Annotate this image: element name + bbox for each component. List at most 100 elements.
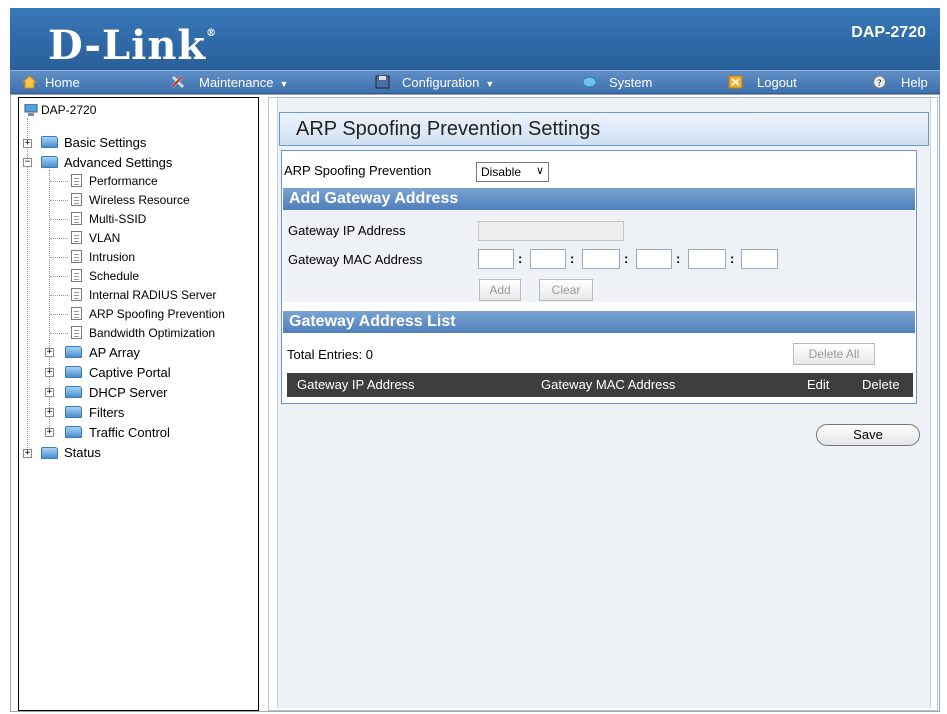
tree-branch-line xyxy=(50,200,68,201)
tree-item-intrusion[interactable]: Intrusion xyxy=(89,248,135,266)
chevron-down-icon: ▼ xyxy=(279,79,289,89)
expand-icon[interactable]: + xyxy=(45,368,54,377)
nav-home[interactable]: Home xyxy=(22,71,80,94)
page-icon xyxy=(71,231,82,244)
gateway-mac-octet-3[interactable] xyxy=(582,249,620,269)
add-button[interactable]: Add xyxy=(479,279,521,301)
tree-advanced-settings[interactable]: Advanced Settings xyxy=(64,154,172,172)
tree-folder-traffic-control[interactable]: Traffic Control xyxy=(89,424,170,442)
folder-icon xyxy=(65,406,82,418)
page-title: ARP Spoofing Prevention Settings xyxy=(296,118,601,140)
clear-button[interactable]: Clear xyxy=(539,279,593,301)
page-icon xyxy=(71,288,82,301)
chevron-down-icon: ∨ xyxy=(535,165,544,177)
gateway-mac-octet-1[interactable] xyxy=(478,249,514,269)
home-icon xyxy=(22,75,37,89)
add-gateway-heading: Add Gateway Address xyxy=(283,188,915,210)
system-icon xyxy=(582,76,597,88)
page-icon xyxy=(71,193,82,206)
col-gateway-mac: Gateway MAC Address xyxy=(541,377,676,392)
expand-icon[interactable]: + xyxy=(45,428,54,437)
settings-box: ARP Spoofing Prevention Disable ∨ Add Ga… xyxy=(281,150,917,404)
tools-icon xyxy=(170,75,185,89)
folder-open-icon xyxy=(41,156,58,168)
folder-icon xyxy=(65,366,82,378)
gateway-table-header: Gateway IP Address Gateway MAC Address E… xyxy=(287,373,913,397)
folder-icon xyxy=(41,447,58,459)
gateway-mac-octet-6[interactable] xyxy=(741,249,778,269)
tree-root[interactable]: DAP-2720 xyxy=(41,101,96,119)
tree-guide-line xyxy=(27,118,28,456)
nav-system[interactable]: System xyxy=(582,71,652,94)
tree-branch-line xyxy=(50,314,68,315)
gateway-mac-label: Gateway MAC Address xyxy=(288,252,423,267)
expand-icon[interactable]: + xyxy=(45,388,54,397)
save-disk-icon xyxy=(375,75,390,89)
nav-maintenance[interactable]: Maintenance ▼ xyxy=(170,71,288,94)
svg-text:?: ? xyxy=(877,79,882,89)
col-gateway-ip: Gateway IP Address xyxy=(297,377,415,392)
delete-all-button[interactable]: Delete All xyxy=(793,343,875,365)
tree-item-multi-ssid[interactable]: Multi-SSID xyxy=(89,210,146,228)
gateway-list-heading: Gateway Address List xyxy=(283,311,915,333)
arp-spoofing-value: Disable xyxy=(481,165,522,179)
tree-item-performance[interactable]: Performance xyxy=(89,172,158,190)
gateway-mac-octet-2[interactable] xyxy=(530,249,566,269)
header-banner: D-Link® DAP-2720 xyxy=(10,8,940,70)
collapse-icon[interactable]: − xyxy=(23,158,32,167)
save-button[interactable]: Save xyxy=(816,424,920,446)
nav-logout[interactable]: Logout xyxy=(728,71,797,94)
mac-separator: : xyxy=(624,251,629,266)
expand-icon[interactable]: + xyxy=(23,139,32,148)
tree-item-internal-radius-server[interactable]: Internal RADIUS Server xyxy=(89,286,216,304)
page-icon xyxy=(71,250,82,263)
gateway-ip-input[interactable] xyxy=(478,221,624,241)
folder-icon xyxy=(65,426,82,438)
tree-item-wireless-resource[interactable]: Wireless Resource xyxy=(89,191,190,209)
chevron-down-icon: ▼ xyxy=(485,79,495,89)
tree-item-vlan[interactable]: VLAN xyxy=(89,229,120,247)
navigation-tree: DAP-2720 + Basic Settings − Advanced Set… xyxy=(18,97,259,711)
tree-status[interactable]: Status xyxy=(64,444,101,462)
arp-spoofing-select[interactable]: Disable ∨ xyxy=(476,162,549,182)
mac-separator: : xyxy=(676,251,681,266)
tree-branch-line xyxy=(50,257,68,258)
gateway-mac-octet-4[interactable] xyxy=(636,249,672,269)
col-edit: Edit xyxy=(807,377,830,392)
page-icon xyxy=(71,307,82,320)
expand-icon[interactable]: + xyxy=(23,449,32,458)
tree-branch-line xyxy=(50,219,68,220)
help-icon: ? xyxy=(873,75,886,89)
top-nav-bar: Home Maintenance ▼ Configuration ▼ System … xyxy=(10,70,940,94)
tree-folder-ap-array[interactable]: AP Array xyxy=(89,344,140,362)
mac-separator: : xyxy=(570,251,575,266)
tree-branch-line xyxy=(50,295,68,296)
folder-icon xyxy=(65,386,82,398)
tree-folder-filters[interactable]: Filters xyxy=(89,404,124,422)
tree-item-arp-spoofing-prevention[interactable]: ARP Spoofing Prevention xyxy=(89,305,225,323)
tree-branch-line xyxy=(50,276,68,277)
expand-icon[interactable]: + xyxy=(45,408,54,417)
gateway-mac-octet-5[interactable] xyxy=(688,249,726,269)
tree-folder-dhcp-server[interactable]: DHCP Server xyxy=(89,384,168,402)
tree-branch-line xyxy=(50,238,68,239)
tree-basic-settings[interactable]: Basic Settings xyxy=(64,134,146,152)
folder-icon xyxy=(41,136,58,148)
page-icon xyxy=(71,212,82,225)
page-icon xyxy=(71,326,82,339)
logout-icon xyxy=(728,75,743,89)
dlink-logo: D-Link® xyxy=(48,22,218,69)
nav-help[interactable]: ? Help xyxy=(872,71,928,94)
nav-configuration[interactable]: Configuration ▼ xyxy=(375,71,494,94)
page-icon xyxy=(71,174,82,187)
total-entries: Total Entries: 0 xyxy=(287,347,373,362)
tree-item-schedule[interactable]: Schedule xyxy=(89,267,139,285)
expand-icon[interactable]: + xyxy=(45,348,54,357)
gateway-ip-label: Gateway IP Address xyxy=(288,223,406,238)
page-title-bar: ARP Spoofing Prevention Settings xyxy=(279,112,929,146)
tree-folder-captive-portal[interactable]: Captive Portal xyxy=(89,364,171,382)
tree-item-bandwidth-optimization[interactable]: Bandwidth Optimization xyxy=(89,324,215,342)
mac-separator: : xyxy=(518,251,523,266)
folder-icon xyxy=(65,346,82,358)
tree-branch-line xyxy=(50,333,68,334)
